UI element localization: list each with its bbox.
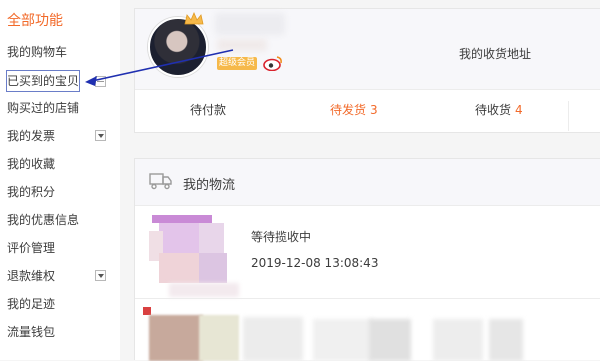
order-count: 4: [515, 103, 523, 117]
logistics-timestamp: 2019-12-08 13:08:43: [251, 256, 379, 270]
sidebar-item-favorites[interactable]: 我的收藏: [7, 154, 55, 174]
profile-panel: 超级会员 我的收货地址 待付款 待发货 3 待收货 4: [134, 8, 600, 133]
sidebar-item-refunds[interactable]: 退款维权: [7, 266, 55, 286]
weibo-icon[interactable]: [263, 55, 283, 71]
truck-icon: [149, 173, 172, 190]
chevron-down-icon[interactable]: [95, 270, 106, 281]
chevron-down-icon[interactable]: [95, 130, 106, 141]
sidebar-item-purchased[interactable]: 已买到的宝贝: [5, 70, 81, 92]
sidebar-item-reviews[interactable]: 评价管理: [7, 238, 55, 258]
divider: [568, 101, 569, 131]
tab-label: 待发货: [330, 103, 367, 117]
order-count: 3: [370, 103, 378, 117]
sidebar-item-cart[interactable]: 我的购物车: [7, 42, 67, 62]
blurred-username: [215, 13, 285, 35]
level-badge: 超级会员: [217, 57, 257, 70]
tab-label: 待收货: [475, 103, 512, 117]
product-thumbnail[interactable]: [149, 211, 239, 299]
sidebar-item-points[interactable]: 我的积分: [7, 182, 55, 202]
sidebar: 全部功能 我的购物车 已买到的宝贝 购买过的店铺 我的发票 我的收藏 我的积分 …: [0, 0, 120, 360]
sidebar-title: 全部功能: [7, 13, 63, 29]
logistics-status: 等待揽收中: [251, 230, 312, 244]
crown-icon: [184, 12, 204, 25]
sidebar-item-footprints[interactable]: 我的足迹: [7, 294, 55, 314]
divider: [135, 89, 600, 90]
collapse-icon[interactable]: [95, 76, 106, 87]
avatar[interactable]: [148, 17, 208, 77]
divider: [135, 298, 600, 299]
sidebar-item-shops[interactable]: 购买过的店铺: [7, 98, 79, 118]
tab-pending-payment[interactable]: 待付款: [190, 101, 226, 118]
tab-pending-receipt[interactable]: 待收货 4: [475, 101, 523, 118]
sidebar-item-coupons[interactable]: 我的优惠信息: [7, 210, 79, 230]
tab-label: 待付款: [190, 103, 227, 117]
logistics-panel: 我的物流 等待揽收中 2019-12-08 13:08:43: [134, 158, 600, 361]
logistics-title: 我的物流: [183, 178, 236, 193]
sidebar-item-data-wallet[interactable]: 流量钱包: [7, 322, 55, 342]
address-link[interactable]: 我的收货地址: [459, 45, 531, 62]
tab-pending-shipment[interactable]: 待发货 3: [330, 101, 378, 118]
blurred-userinfo: [217, 39, 267, 51]
product-thumbnail[interactable]: [143, 307, 600, 361]
logistics-header: 我的物流: [135, 159, 600, 206]
sidebar-item-invoice[interactable]: 我的发票: [7, 126, 55, 146]
